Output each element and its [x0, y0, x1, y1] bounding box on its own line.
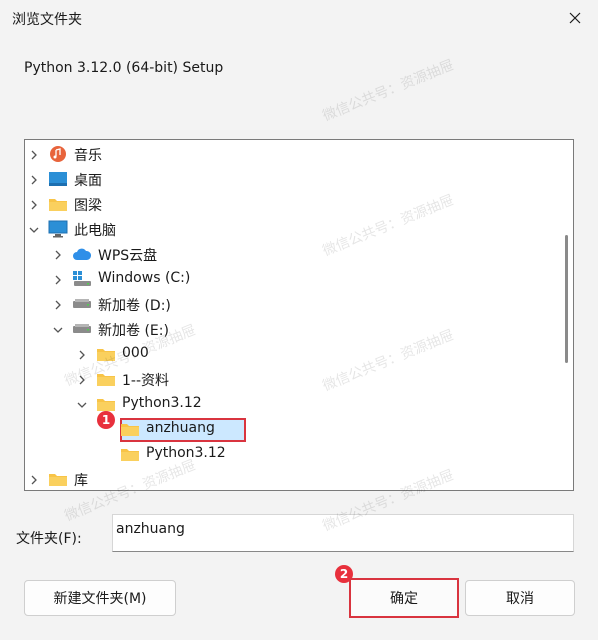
tree-item-drive-e[interactable]: 新加卷 (E:) [25, 317, 559, 342]
chevron-right-icon[interactable] [27, 192, 41, 217]
chevron-down-icon[interactable] [27, 217, 41, 242]
chevron-right-icon[interactable] [27, 467, 41, 490]
tree-item-music[interactable]: 音乐 [25, 142, 559, 167]
tree-item-label: Python3.12 [122, 395, 202, 411]
step-1-badge: 1 [97, 411, 115, 429]
library-folder-icon [48, 469, 68, 489]
tree-item-folder[interactable]: Python3.12 [25, 442, 559, 467]
folder-icon [96, 344, 116, 364]
tree-item-label: 库 [74, 473, 88, 489]
close-button[interactable] [552, 0, 598, 36]
tree-item-label: 图梁 [74, 198, 102, 214]
vertical-scrollbar[interactable] [559, 140, 573, 490]
tree-item-label: Windows (C:) [98, 270, 191, 286]
tree-item-label: 此电脑 [74, 223, 116, 239]
tree-item-label: WPS云盘 [98, 248, 158, 264]
chevron-right-icon[interactable] [51, 242, 65, 267]
tree-item-drive-c[interactable]: Windows (C:) [25, 267, 559, 292]
music-icon [48, 144, 68, 164]
scrollbar-thumb[interactable] [565, 235, 568, 363]
tree-item-label: Python3.12 [146, 445, 226, 461]
folder-field-label: 文件夹(F): [16, 531, 82, 547]
desktop-icon [48, 169, 68, 189]
tree-item-label: 000 [122, 345, 149, 361]
tree-item-label: 1--资料 [122, 373, 170, 389]
computer-icon [48, 219, 68, 239]
tree-item-folder[interactable]: 图梁 [25, 192, 559, 217]
new-folder-button[interactable]: 新建文件夹(M) [24, 580, 176, 616]
chevron-right-icon[interactable] [51, 267, 65, 292]
close-icon [569, 12, 581, 24]
drive-icon [72, 294, 92, 314]
chevron-right-icon[interactable] [75, 367, 89, 392]
chevron-right-icon[interactable] [27, 142, 41, 167]
tree-item-label: 桌面 [74, 173, 102, 189]
window-title: 浏览文件夹 [12, 12, 82, 28]
windows-drive-icon [72, 269, 92, 289]
chevron-down-icon[interactable] [51, 317, 65, 342]
setup-subtitle: Python 3.12.0 (64-bit) Setup [24, 60, 224, 76]
chevron-down-icon[interactable] [75, 392, 89, 417]
tree-item-desktop[interactable]: 桌面 [25, 167, 559, 192]
tree-item-wps-cloud[interactable]: WPS云盘 [25, 242, 559, 267]
tree-item-label: anzhuang [146, 420, 215, 436]
cloud-icon [72, 244, 92, 264]
folder-icon [120, 419, 140, 439]
tree-item-label: 新加卷 (D:) [98, 298, 171, 314]
watermark-text: 微信公共号：资源抽屉 [320, 57, 457, 125]
title-bar: 浏览文件夹 [0, 0, 598, 36]
folder-tree[interactable]: 音乐 桌面 图梁 此电脑 WPS云盘 Windows (C:) 新加卷 (D:) [24, 139, 574, 491]
chevron-right-icon[interactable] [75, 342, 89, 367]
tree-item-this-pc[interactable]: 此电脑 [25, 217, 559, 242]
tree-item-drive-d[interactable]: 新加卷 (D:) [25, 292, 559, 317]
ok-button[interactable]: 确定 [349, 578, 459, 618]
folder-name-input[interactable]: anzhuang [112, 514, 574, 552]
cancel-button[interactable]: 取消 [465, 580, 575, 616]
folder-icon [48, 194, 68, 214]
folder-icon [120, 444, 140, 464]
tree-item-label: 音乐 [74, 148, 102, 164]
chevron-right-icon[interactable] [27, 167, 41, 192]
folder-icon [96, 369, 116, 389]
tree-item-label: 新加卷 (E:) [98, 323, 169, 339]
tree-item-folder[interactable]: 000 [25, 342, 559, 367]
tree-item-folder[interactable]: 1--资料 [25, 367, 559, 392]
drive-icon [72, 319, 92, 339]
chevron-right-icon[interactable] [51, 292, 65, 317]
tree-item-libraries[interactable]: 库 [25, 467, 559, 490]
